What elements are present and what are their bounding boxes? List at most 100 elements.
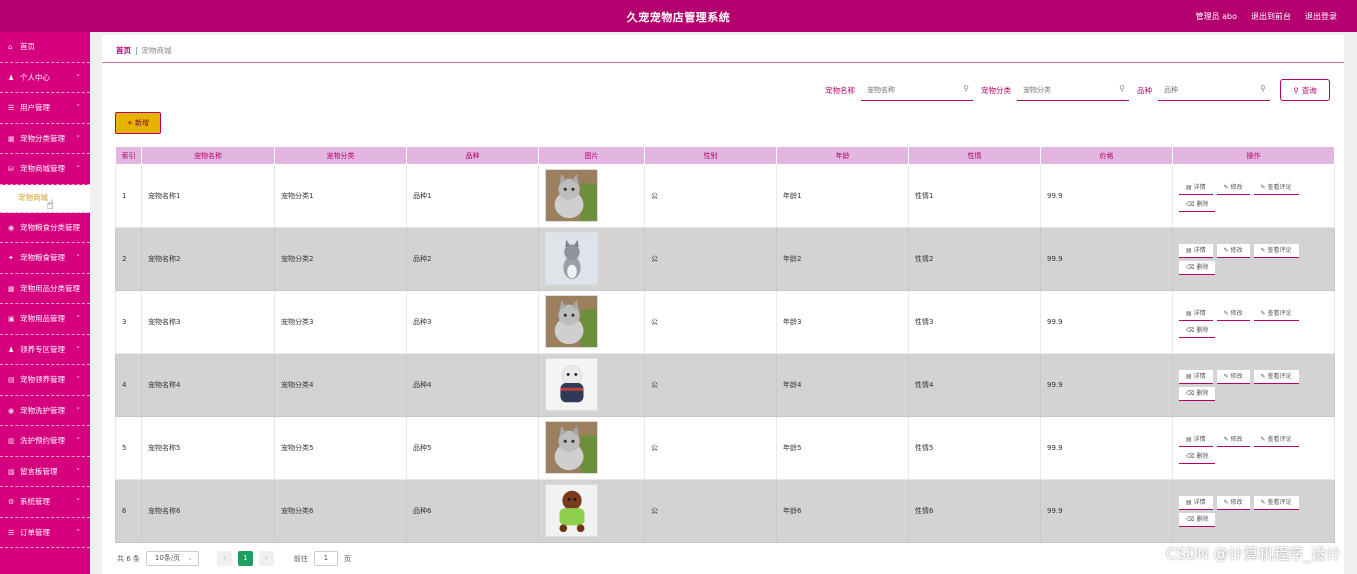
temper-cell: 性情2: [908, 227, 1041, 291]
sidebar-item-15[interactable]: ⚙ 系统管理 ˅: [0, 487, 90, 518]
detail-button-label: 详情: [1193, 435, 1206, 443]
sidebar-item-11[interactable]: ▤ 宠物领养管理 ˅: [0, 365, 90, 396]
edit-icon: ✎: [1223, 183, 1231, 191]
submenu-item-pet-mall[interactable]: 宠物商城 ☝: [0, 184, 90, 213]
pet-category-field: ⚲: [1017, 79, 1129, 101]
sidebar-item-0[interactable]: ⌂ 首页: [0, 32, 90, 63]
view-reviews-button[interactable]: ✎ 查看评论: [1253, 495, 1299, 510]
view-reviews-button[interactable]: ✎ 查看评论: [1253, 306, 1299, 321]
sidebar-item-label: 宠物领养管理: [20, 375, 65, 384]
edit-button[interactable]: ✎ 修改: [1216, 432, 1250, 447]
temper-cell: 性情4: [908, 353, 1041, 417]
sidebar-item-label: 宠物粮食管理: [20, 253, 65, 262]
delete-button-label: 删除: [1196, 263, 1209, 271]
page-1-button[interactable]: 1: [237, 551, 253, 566]
detail-button[interactable]: ▤ 详情: [1179, 243, 1213, 258]
sidebar-item-2[interactable]: ☰ 用户管理 ˅: [0, 93, 90, 124]
pet-image-cell: [538, 353, 645, 417]
gender-cell: 公: [644, 227, 777, 291]
pet-name-input[interactable]: [861, 79, 973, 100]
sidebar-item-12[interactable]: ◉ 宠物洗护管理 ˅: [0, 396, 90, 426]
sidebar-item-7[interactable]: ✦ 宠物粮食管理 ˅: [0, 243, 90, 274]
sidebar-item-13[interactable]: ▥ 洗护预约管理 ˅: [0, 426, 90, 457]
delete-button[interactable]: ⌫ 删除: [1179, 449, 1216, 464]
delete-button-label: 删除: [1196, 200, 1209, 208]
detail-button[interactable]: ▤ 详情: [1179, 180, 1213, 195]
delete-button[interactable]: ⌫ 删除: [1179, 512, 1216, 527]
sidebar-item-9[interactable]: ▣ 宠物用品管理 ˅: [0, 304, 90, 335]
delete-button[interactable]: ⌫ 删除: [1179, 323, 1216, 338]
column-header: 性情: [908, 146, 1041, 165]
column-header: 品种: [406, 146, 539, 165]
edit-button[interactable]: ✎ 修改: [1216, 180, 1250, 195]
column-header: 年龄: [776, 146, 909, 165]
pin-icon: ◉: [8, 406, 15, 415]
search-icon: ⚲: [1260, 84, 1266, 93]
delete-button[interactable]: ⌫ 删除: [1179, 260, 1216, 275]
age-cell: 年龄5: [776, 416, 909, 480]
age-cell: 年龄4: [776, 353, 909, 417]
view-reviews-button[interactable]: ✎ 查看评论: [1253, 369, 1299, 384]
prev-page-button[interactable]: ‹: [216, 551, 232, 566]
sidebar-item-10[interactable]: ♟ 领养专区管理 ˅: [0, 335, 90, 365]
search-icon: ⚲: [1293, 85, 1299, 95]
edit-button[interactable]: ✎ 修改: [1216, 495, 1250, 510]
detail-button[interactable]: ▤ 详情: [1179, 306, 1213, 321]
sidebar-item-6[interactable]: ◉ 宠物粮食分类管理: [0, 213, 90, 243]
breed-field: ⚲: [1158, 79, 1270, 101]
edit-button[interactable]: ✎ 修改: [1216, 243, 1250, 258]
view-reviews-button[interactable]: ✎ 查看评论: [1253, 180, 1299, 195]
delete-button[interactable]: ⌫ 删除: [1179, 386, 1216, 401]
edit-button-label: 修改: [1230, 435, 1243, 443]
trash-icon: ⌫: [1186, 326, 1197, 334]
edit-button-label: 修改: [1230, 498, 1243, 506]
add-button[interactable]: + 新增: [115, 112, 161, 134]
price-cell: 99.9: [1040, 479, 1173, 543]
pagination: 共 6 条 10条/页 ⌄ ‹ 1 › 前往 1 页: [117, 551, 351, 566]
sidebar-item-16[interactable]: ☰ 订单管理 ˅: [0, 518, 90, 548]
sidebar-item-3[interactable]: ▦ 宠物分类管理 ˅: [0, 124, 90, 154]
price-cell: 99.9: [1040, 290, 1173, 354]
table-row: 6 宠物名称6 宠物分类6 品种6 公年龄6 性情6 99.9 ▤ 详情 ✎ 修改 ✎ 查看评论 ⌫…: [115, 479, 1335, 543]
delete-button-label: 删除: [1196, 326, 1209, 334]
detail-button[interactable]: ▤ 详情: [1179, 369, 1213, 384]
admin-label: 管理员 abo: [1195, 12, 1237, 21]
edit-button[interactable]: ✎ 修改: [1216, 306, 1250, 321]
detail-button[interactable]: ▤ 详情: [1179, 432, 1213, 447]
pin-icon: ◉: [8, 223, 15, 232]
view-reviews-button[interactable]: ✎ 查看评论: [1253, 243, 1299, 258]
watermark: CSDN @计算机程序_设计: [1165, 545, 1341, 563]
sidebar-item-8[interactable]: ▦ 宠物用品分类管理: [0, 274, 90, 304]
edit-button[interactable]: ✎ 修改: [1216, 369, 1250, 384]
delete-button[interactable]: ⌫ 删除: [1179, 197, 1216, 212]
page-size-select[interactable]: 10条/页 ⌄: [145, 551, 199, 566]
next-page-button[interactable]: ›: [258, 551, 274, 566]
breed-input[interactable]: [1158, 79, 1270, 100]
document-icon: ▤: [1186, 435, 1194, 443]
query-button-label: 查询: [1301, 85, 1317, 95]
edit-icon: ✎: [1223, 246, 1231, 254]
query-button[interactable]: ⚲ 查询: [1280, 79, 1330, 101]
breed-label: 品种: [1137, 85, 1152, 95]
pet-image-cell: [538, 164, 645, 228]
logout-link[interactable]: 退出登录: [1305, 11, 1337, 22]
table-row: 4 宠物名称4 宠物分类4 品种4 公年龄4 性情4 99.9 ▤ 详情 ✎ 修改 ✎ 查看评论 ⌫…: [115, 353, 1335, 417]
chevron-up-icon: ˄: [76, 165, 81, 173]
back-to-front-link[interactable]: 退出到前台: [1251, 11, 1291, 22]
chevron-down-icon: ˅: [76, 467, 81, 476]
breed-cell: 品种6: [406, 479, 539, 543]
pet-category-input[interactable]: [1017, 79, 1129, 100]
breadcrumb-home[interactable]: 首页: [116, 46, 131, 55]
sidebar-item-1[interactable]: ♟ 个人中心 ˅: [0, 63, 90, 93]
pet-name-cell: 宠物名称6: [141, 479, 275, 543]
detail-button[interactable]: ▤ 详情: [1179, 495, 1213, 510]
sidebar-item-14[interactable]: ▧ 留言板管理 ˅: [0, 457, 90, 487]
sidebar-item-4[interactable]: ⛁ 宠物商城管理 ˄: [0, 154, 90, 185]
view-reviews-button[interactable]: ✎ 查看评论: [1253, 432, 1299, 447]
document-icon: ▤: [1186, 498, 1194, 506]
column-header: 价格: [1040, 146, 1173, 165]
goto-page-input[interactable]: 1: [313, 551, 338, 566]
sidebar-item-label: 领养专区管理: [20, 344, 65, 354]
breed-cell: 品种2: [406, 227, 539, 291]
sidebar-item-label: 宠物洗护管理: [20, 405, 65, 415]
